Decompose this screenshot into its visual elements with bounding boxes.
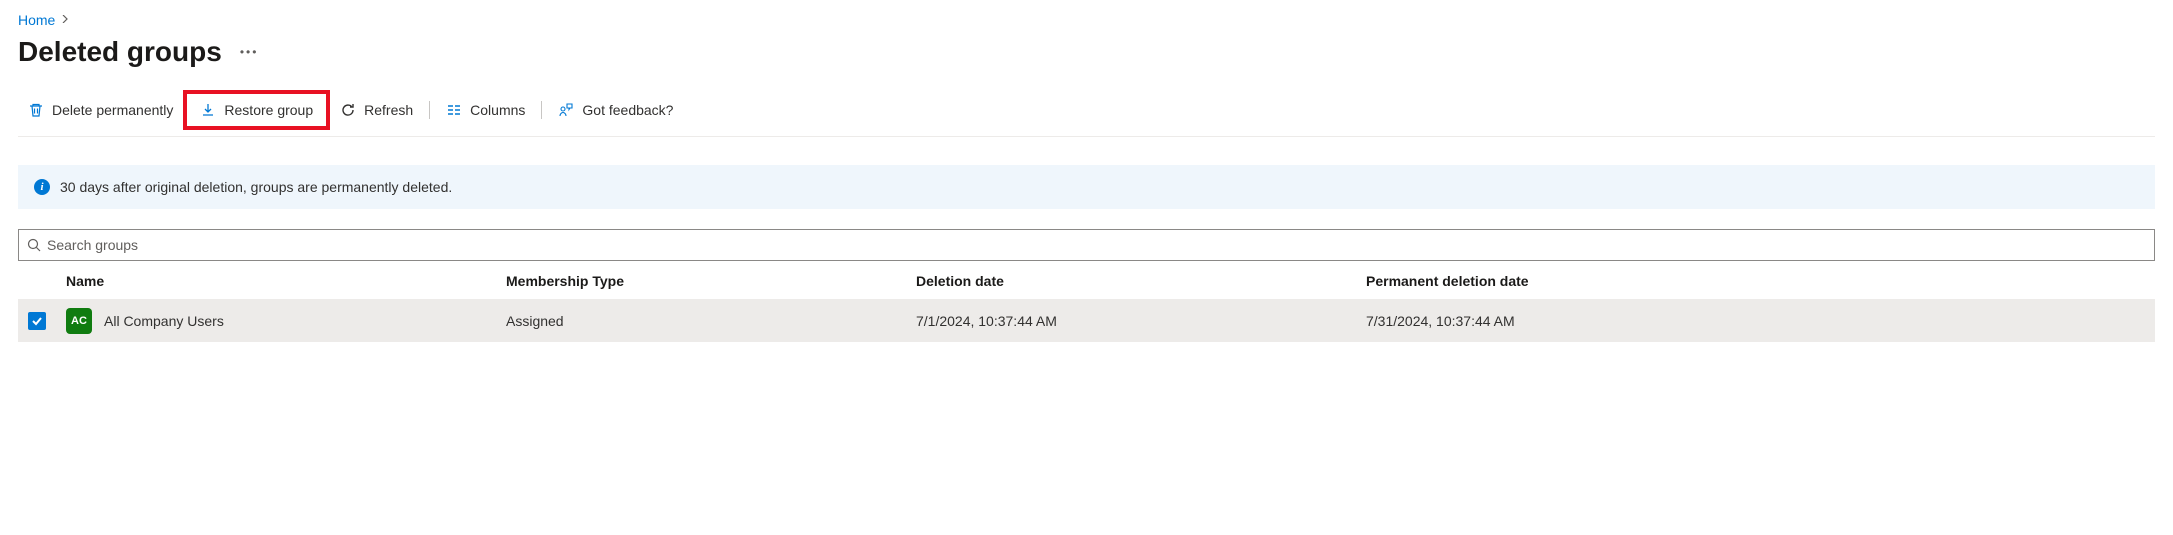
column-header-deletion-date[interactable]: Deletion date [906,261,1356,300]
columns-label: Columns [470,102,525,118]
restore-group-button[interactable]: Restore group [190,96,323,124]
feedback-label: Got feedback? [582,102,673,118]
restore-group-highlight: Restore group [183,90,330,130]
chevron-right-icon [61,14,69,26]
columns-button[interactable]: Columns [436,96,535,124]
membership-type-cell: Assigned [496,300,906,343]
column-header-permanent-deletion-date[interactable]: Permanent deletion date [1356,261,2155,300]
group-name[interactable]: All Company Users [104,313,224,329]
restore-group-label: Restore group [224,102,313,118]
trash-icon [28,102,44,118]
page-title: Deleted groups [18,36,222,68]
info-banner: i 30 days after original deletion, group… [18,165,2155,209]
column-header-name[interactable]: Name [56,261,496,300]
breadcrumb: Home [18,12,2155,28]
feedback-button[interactable]: Got feedback? [548,96,683,124]
refresh-label: Refresh [364,102,413,118]
breadcrumb-home-link[interactable]: Home [18,12,55,28]
toolbar-divider [429,101,430,119]
info-banner-text: 30 days after original deletion, groups … [60,179,452,195]
column-header-membership[interactable]: Membership Type [496,261,906,300]
row-checkbox[interactable] [28,312,46,330]
permanent-deletion-date-cell: 7/31/2024, 10:37:44 AM [1356,300,2155,343]
command-bar: Delete permanently Restore group Refresh [18,90,2155,137]
search-icon [27,238,41,252]
search-input[interactable] [41,233,2146,257]
groups-table: Name Membership Type Deletion date Perma… [18,261,2155,342]
group-avatar: AC [66,308,92,334]
toolbar-divider [541,101,542,119]
columns-icon [446,102,462,118]
refresh-button[interactable]: Refresh [330,96,423,124]
more-actions-button[interactable]: ••• [240,45,259,59]
download-icon [200,102,216,118]
delete-permanently-label: Delete permanently [52,102,173,118]
table-row[interactable]: AC All Company Users Assigned 7/1/2024, … [18,300,2155,343]
deletion-date-cell: 7/1/2024, 10:37:44 AM [906,300,1356,343]
delete-permanently-button[interactable]: Delete permanently [18,96,183,124]
search-box[interactable] [18,229,2155,261]
refresh-icon [340,102,356,118]
info-icon: i [34,179,50,195]
person-feedback-icon [558,102,574,118]
